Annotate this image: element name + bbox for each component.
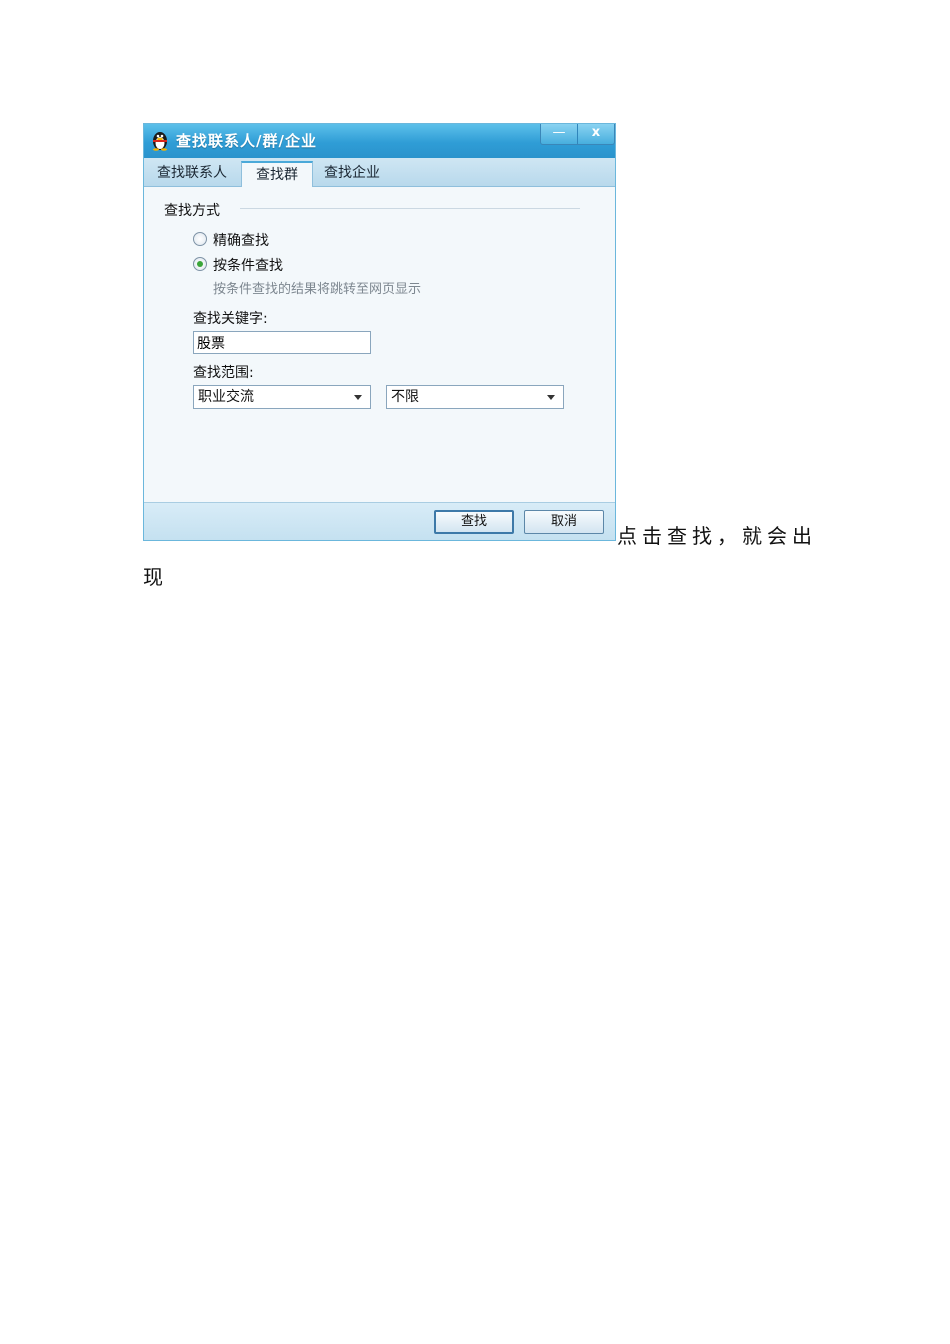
cancel-button[interactable]: 取消: [524, 510, 604, 534]
section-divider: [240, 208, 580, 209]
chevron-down-icon: [354, 395, 362, 400]
condition-search-radio[interactable]: [193, 257, 207, 271]
tab-find-contacts[interactable]: 查找联系人: [148, 161, 236, 186]
keyword-label: 查找关键字:: [193, 311, 268, 327]
find-button[interactable]: 查找: [434, 510, 514, 534]
subcategory-select-value: 不限: [391, 389, 419, 405]
tab-find-group[interactable]: 查找群: [241, 161, 313, 187]
close-button[interactable]: x: [578, 124, 614, 144]
range-label: 查找范围:: [193, 365, 254, 381]
minimize-button[interactable]: —: [541, 124, 578, 144]
keyword-input[interactable]: [193, 331, 371, 354]
subcategory-select[interactable]: 不限: [386, 385, 564, 409]
dialog-footer: 查找 取消: [144, 502, 615, 540]
body-text-line-2: 现: [143, 565, 168, 589]
body-text-line-1: 点击查找，就会出: [617, 524, 817, 548]
search-mode-label: 查找方式: [164, 203, 220, 219]
exact-search-label: 精确查找: [213, 233, 269, 249]
chevron-down-icon: [547, 395, 555, 400]
find-contacts-dialog: 查找联系人/群/企业 — x 查找联系人 查找群 查找企业 查找方式 精确查找 …: [143, 123, 616, 541]
category-select[interactable]: 职业交流: [193, 385, 371, 409]
condition-search-hint: 按条件查找的结果将跳转至网页显示: [213, 282, 422, 297]
category-select-value: 职业交流: [198, 389, 254, 405]
tab-bar: 查找联系人 查找群 查找企业: [144, 158, 615, 187]
dialog-title: 查找联系人/群/企业: [176, 132, 317, 150]
condition-search-label: 按条件查找: [213, 258, 283, 274]
title-bar[interactable]: 查找联系人/群/企业 — x: [144, 124, 615, 158]
window-controls: — x: [540, 124, 615, 145]
tab-find-enterprise[interactable]: 查找企业: [314, 161, 390, 186]
document-page: 查找联系人/群/企业 — x 查找联系人 查找群 查找企业 查找方式 精确查找 …: [0, 0, 950, 1344]
exact-search-radio[interactable]: [193, 232, 207, 246]
qq-penguin-icon: [153, 132, 167, 151]
